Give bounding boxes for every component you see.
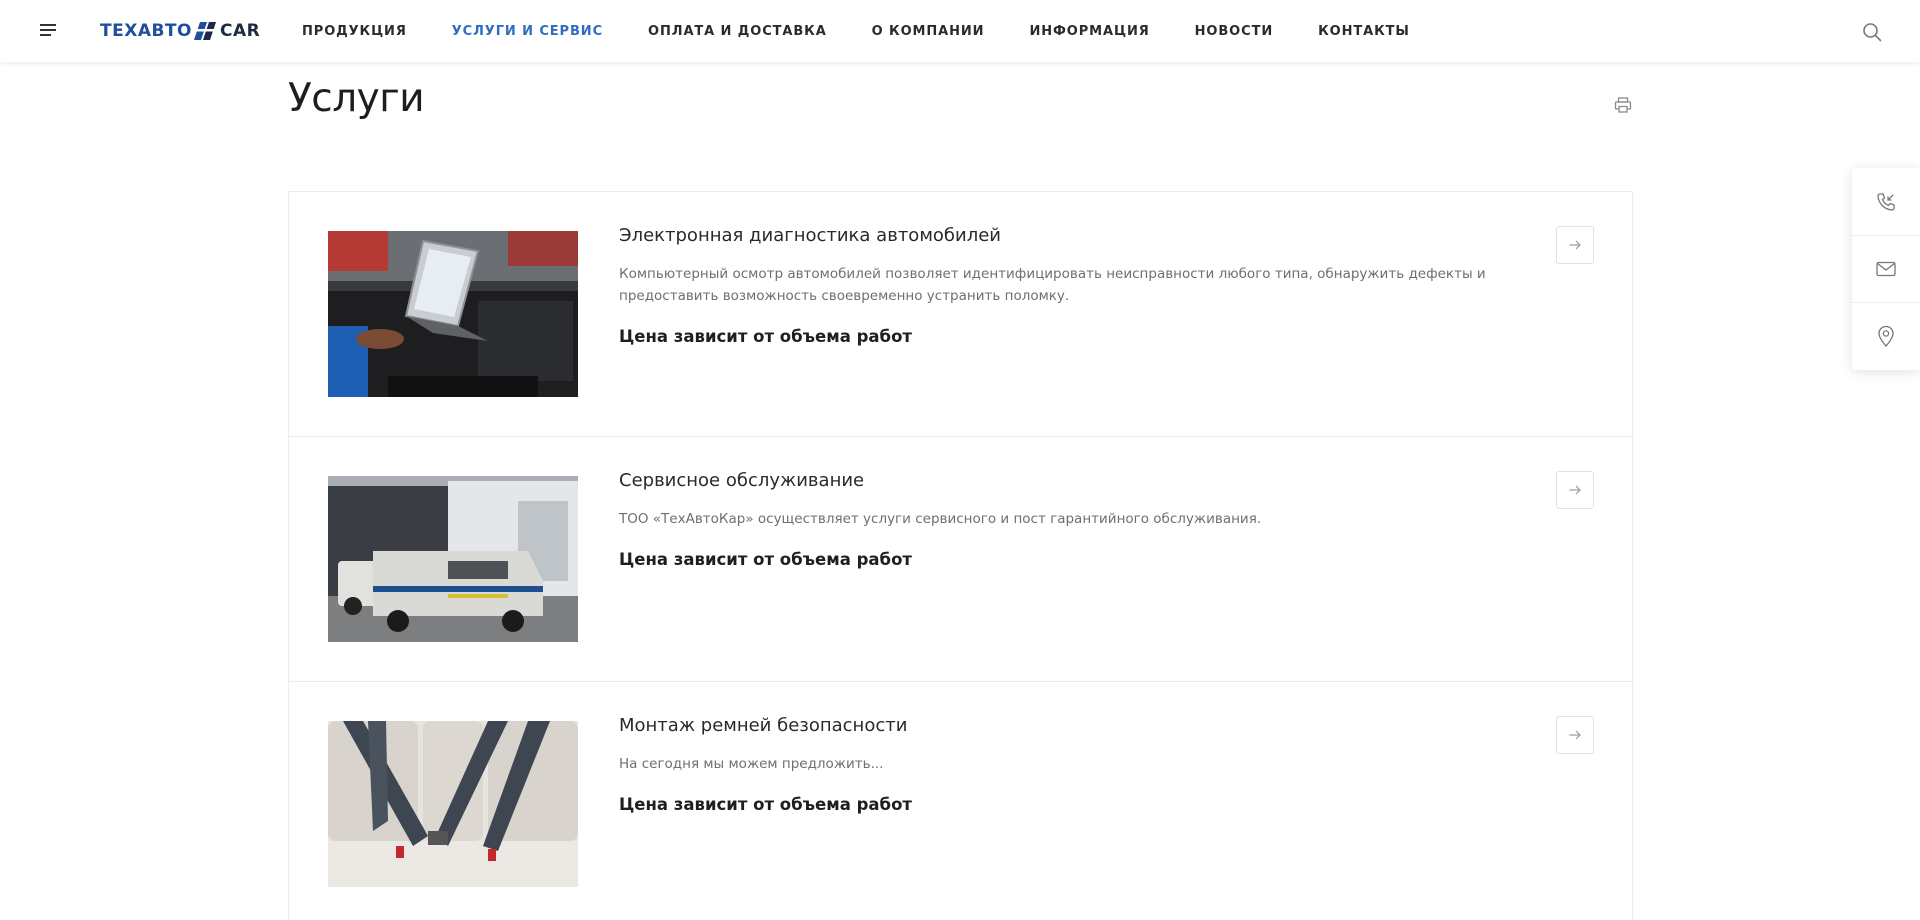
service-price: Цена зависит от объема работ [619, 327, 912, 346]
location-pin-icon [1878, 325, 1894, 347]
service-item: Монтаж ремней безопасности На сегодня мы… [289, 682, 1632, 920]
service-title[interactable]: Монтаж ремней безопасности [619, 715, 907, 736]
service-description: На сегодня мы можем предложить... [619, 756, 884, 772]
service-arrow-button[interactable] [1556, 226, 1594, 264]
logo-slash-icon [193, 22, 216, 40]
nav-item-payment-delivery[interactable]: ОПЛАТА И ДОСТАВКА [648, 24, 827, 39]
email-button[interactable] [1852, 235, 1920, 302]
laptop-engine-diagnostics-photo [328, 231, 578, 397]
arrow-right-icon [1569, 240, 1581, 250]
location-button[interactable] [1852, 302, 1920, 369]
print-icon[interactable] [1614, 96, 1632, 114]
callback-button[interactable] [1852, 168, 1920, 235]
service-price: Цена зависит от объема работ [619, 550, 912, 569]
seat-belts-photo [328, 721, 578, 887]
arrow-right-icon [1569, 730, 1581, 740]
arrow-right-icon [1569, 485, 1581, 495]
nav-item-about[interactable]: О КОМПАНИИ [872, 24, 985, 39]
page-title: Услуги [288, 76, 425, 121]
service-item: Сервисное обслуживание ТОО «ТехАвтоКар» … [289, 437, 1632, 682]
mail-icon [1876, 261, 1896, 277]
nav-item-news[interactable]: НОВОСТИ [1195, 24, 1273, 39]
nav-item-services[interactable]: УСЛУГИ И СЕРВИС [452, 24, 603, 39]
nav-item-contacts[interactable]: КОНТАКТЫ [1318, 24, 1410, 39]
service-image-maintenance[interactable] [328, 476, 578, 642]
nav-item-information[interactable]: ИНФОРМАЦИЯ [1029, 24, 1149, 39]
service-title[interactable]: Сервисное обслуживание [619, 470, 864, 491]
service-image-seatbelts[interactable] [328, 721, 578, 887]
services-list: Электронная диагностика автомобилей Комп… [288, 191, 1633, 920]
service-arrow-button[interactable] [1556, 471, 1594, 509]
site-logo[interactable]: ТЕХАВТО CAR [100, 20, 260, 42]
site-header: ТЕХАВТО CAR ПРОДУКЦИЯ УСЛУГИ И СЕРВИС ОП… [0, 0, 1920, 62]
nav-item-products[interactable]: ПРОДУКЦИЯ [302, 24, 407, 39]
search-icon[interactable] [1862, 22, 1882, 42]
service-image-diagnostics[interactable] [328, 231, 578, 397]
service-title[interactable]: Электронная диагностика автомобилей [619, 225, 1001, 246]
service-description: ТОО «ТехАвтоКар» осуществляет услуги сер… [619, 511, 1262, 527]
main-nav: ПРОДУКЦИЯ УСЛУГИ И СЕРВИС ОПЛАТА И ДОСТА… [302, 0, 1410, 62]
service-vans-building-photo [328, 476, 578, 642]
logo-text-primary: ТЕХАВТО [100, 21, 192, 41]
logo-text-secondary: CAR [219, 21, 261, 41]
service-description: Компьютерный осмотр автомобилей позволяе… [619, 266, 1486, 304]
floating-contact-panel [1852, 168, 1920, 370]
phone-callback-icon [1877, 192, 1895, 211]
service-item: Электронная диагностика автомобилей Комп… [289, 192, 1632, 437]
hamburger-menu-icon[interactable] [40, 24, 56, 38]
service-price: Цена зависит от объема работ [619, 795, 912, 814]
service-arrow-button[interactable] [1556, 716, 1594, 754]
